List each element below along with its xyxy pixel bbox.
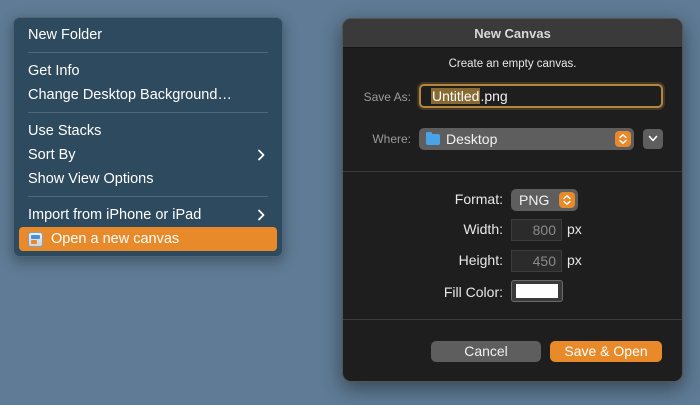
where-value: Desktop [446, 131, 498, 147]
popup-stepper-icon [559, 192, 575, 208]
new-canvas-dialog: New Canvas Create an empty canvas. Save … [342, 18, 683, 382]
width-unit: px [567, 221, 582, 237]
section-divider [343, 171, 682, 172]
chevron-down-icon [648, 135, 658, 142]
save-as-suffix-text: .png [480, 88, 508, 104]
popup-stepper-icon [615, 131, 631, 147]
save-as-label: Save As: [363, 90, 411, 104]
fill-color-swatch [516, 284, 558, 298]
menu-item-use-stacks[interactable]: Use Stacks [19, 119, 277, 143]
menu-separator [28, 196, 268, 197]
chevron-right-icon [258, 209, 265, 221]
height-input[interactable]: 450 [511, 250, 562, 272]
menu-item-label: Change Desktop Background… [28, 87, 232, 103]
menu-item-show-view-options[interactable]: Show View Options [19, 167, 277, 191]
menu-item-label: New Folder [28, 27, 103, 43]
canvas-app-icon [28, 231, 43, 247]
menu-item-open-new-canvas[interactable]: Open a new canvas [19, 227, 277, 251]
menu-item-sort-by[interactable]: Sort By [19, 143, 277, 167]
format-value: PNG [519, 192, 550, 208]
format-popup-button[interactable]: PNG [511, 189, 578, 211]
menu-item-label: Sort By [28, 147, 76, 163]
where-label: Where: [372, 132, 411, 146]
save-as-input[interactable]: Untitled .png [419, 84, 663, 108]
height-unit: px [567, 252, 582, 268]
dialog-subtitle: Create an empty canvas. [448, 58, 577, 70]
menu-item-label: Show View Options [28, 171, 154, 187]
menu-item-label: Open a new canvas [51, 231, 180, 247]
folder-icon [426, 131, 440, 145]
where-popup-button[interactable]: Desktop [419, 128, 634, 150]
fill-color-label: Fill Color: [443, 284, 503, 300]
menu-separator [28, 52, 268, 53]
menu-item-change-desktop-background[interactable]: Change Desktop Background… [19, 83, 277, 107]
menu-item-get-info[interactable]: Get Info [19, 59, 277, 83]
format-label: Format: [454, 191, 503, 207]
menu-item-import-from-iphone[interactable]: Import from iPhone or iPad [19, 203, 277, 227]
menu-item-label: Import from iPhone or iPad [28, 207, 202, 223]
expand-browser-button[interactable] [643, 129, 663, 149]
save-as-selected-text: Untitled [431, 88, 481, 104]
width-input[interactable]: 800 [511, 219, 562, 241]
chevron-right-icon [258, 149, 265, 161]
width-label: Width: [463, 221, 503, 237]
menu-item-label: Use Stacks [28, 123, 102, 139]
desktop-context-menu: New Folder Get Info Change Desktop Backg… [13, 17, 283, 257]
cancel-button[interactable]: Cancel [431, 341, 541, 362]
height-label: Height: [458, 252, 503, 268]
save-and-open-button[interactable]: Save & Open [550, 341, 662, 362]
fill-color-well[interactable] [511, 280, 563, 302]
menu-item-label: Get Info [28, 63, 80, 79]
menu-separator [28, 112, 268, 113]
menu-item-new-folder[interactable]: New Folder [19, 23, 277, 47]
dialog-title: New Canvas [343, 19, 682, 48]
section-divider [343, 319, 682, 320]
